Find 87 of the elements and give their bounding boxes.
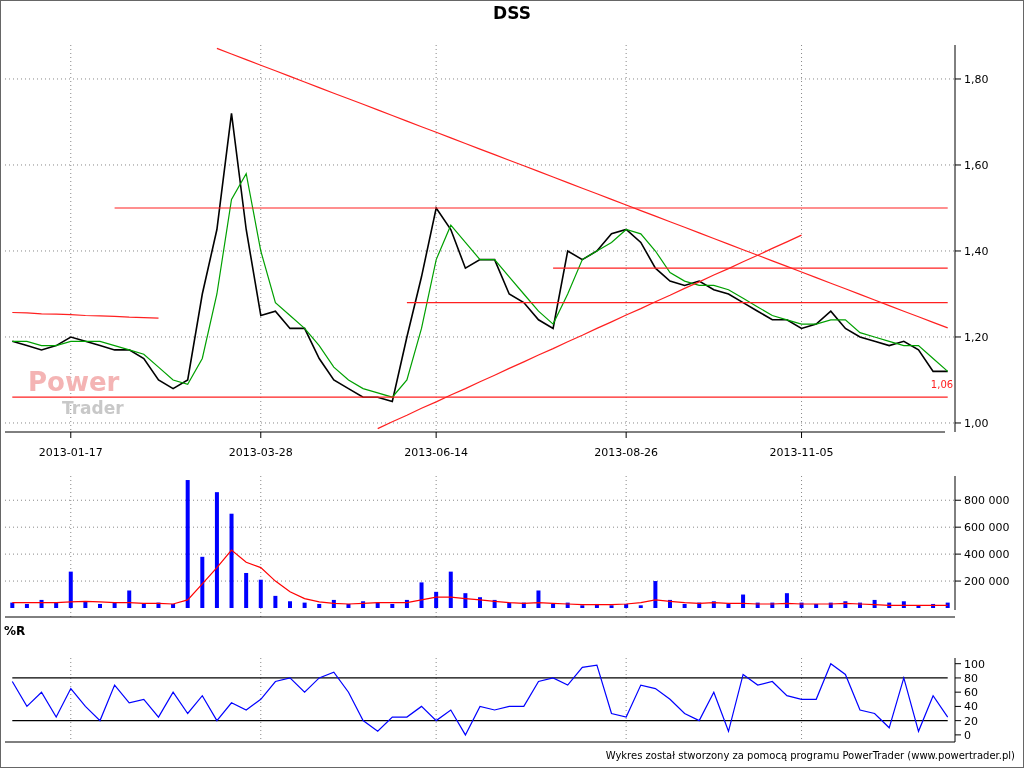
volume-bar xyxy=(594,603,599,608)
axis-label: 0 xyxy=(964,728,971,742)
volume-bar xyxy=(98,603,102,608)
volume-bar xyxy=(901,601,906,608)
axis-label: 1,20 xyxy=(964,330,989,344)
volume-bar xyxy=(799,602,804,608)
volume-bar xyxy=(331,599,336,608)
axis-label: 800 000 xyxy=(964,494,1010,508)
volume-bar xyxy=(361,601,366,608)
volume-bar xyxy=(551,603,556,608)
axis-label: 2013-03-28 xyxy=(228,446,293,459)
volume-bar xyxy=(258,579,263,608)
footer-credit: Wykres został stworzony za pomocą programu PowerTrader (www.powertrader.pl) xyxy=(605,749,1015,761)
volume-bar xyxy=(127,590,132,608)
volume-bar xyxy=(171,603,176,608)
volume-bar xyxy=(24,603,29,608)
chart-title: DSS xyxy=(493,2,531,25)
volume-bar xyxy=(390,603,395,608)
volume-bar xyxy=(302,602,307,608)
volume-bar xyxy=(317,603,322,608)
axis-label: 2013-01-17 xyxy=(38,446,103,459)
volume-bar xyxy=(726,603,731,608)
axis-label: 1,60 xyxy=(964,158,989,172)
axis-label: 40 xyxy=(964,700,978,714)
axis-label: 1,00 xyxy=(964,416,989,430)
volume-bar xyxy=(83,601,88,608)
volume-bar xyxy=(141,603,146,608)
volume-bar xyxy=(638,605,643,608)
panel-label: %R xyxy=(4,624,26,638)
volume-bar xyxy=(580,605,585,608)
volume-bar xyxy=(858,602,862,608)
volume-bar xyxy=(916,605,921,608)
volume-bar xyxy=(887,602,892,608)
volume-bar xyxy=(682,603,687,608)
price-label: 1,06 xyxy=(930,379,954,390)
volume-bar xyxy=(54,602,59,608)
axis-label: 80 xyxy=(964,671,978,685)
axis-label: 400 000 xyxy=(964,548,1010,562)
volume-bar xyxy=(463,593,468,608)
volume-bar xyxy=(200,556,205,608)
axis-label: 2013-06-14 xyxy=(404,446,469,459)
volume-bar xyxy=(346,603,351,608)
volume-bar xyxy=(419,582,424,608)
volume-bar xyxy=(507,602,512,608)
axis-label: 200 000 xyxy=(964,575,1010,589)
volume-bar xyxy=(814,603,819,608)
volume-bar xyxy=(697,602,702,608)
axis-label: 1,80 xyxy=(964,72,989,86)
volume-bar xyxy=(755,602,760,608)
volume-bar xyxy=(843,601,848,608)
volume-bar xyxy=(828,602,833,608)
volume-bar xyxy=(112,602,117,608)
volume-bar xyxy=(711,601,716,608)
volume-bar xyxy=(624,603,629,608)
volume-bar xyxy=(492,599,497,608)
volume-bar xyxy=(741,594,746,608)
axis-label: 600 000 xyxy=(964,521,1010,535)
volume-bar xyxy=(565,602,570,608)
volume-bar xyxy=(68,571,73,608)
volume-bar xyxy=(273,595,278,608)
volume-bar xyxy=(653,581,658,608)
volume-bar xyxy=(39,599,44,608)
axis-label: 2013-08-26 xyxy=(594,446,659,459)
volume-bar xyxy=(10,602,15,608)
volume-bar xyxy=(434,591,439,608)
volume-bar xyxy=(288,601,292,608)
volume-bar xyxy=(536,590,541,608)
logo-text: Power xyxy=(28,367,120,397)
volume-bar xyxy=(945,602,950,608)
volume-bar xyxy=(448,571,453,608)
volume-bar xyxy=(375,602,380,608)
volume-bar xyxy=(404,599,409,608)
volume-bar xyxy=(156,602,161,608)
volume-bar xyxy=(931,603,936,608)
volume-bar xyxy=(872,599,877,608)
axis-label: 20 xyxy=(964,714,978,728)
volume-bar xyxy=(784,593,789,608)
volume-bar xyxy=(609,605,614,608)
volume-bar xyxy=(668,599,672,608)
volume-bar xyxy=(770,602,775,608)
volume-bar xyxy=(244,573,249,608)
axis-label: 1,40 xyxy=(964,244,989,258)
volume-bar xyxy=(521,602,526,608)
axis-label: 100 xyxy=(964,657,985,671)
axis-label: 2013-11-05 xyxy=(769,446,834,459)
volume-bar xyxy=(478,597,482,608)
axis-label: 60 xyxy=(964,686,978,700)
